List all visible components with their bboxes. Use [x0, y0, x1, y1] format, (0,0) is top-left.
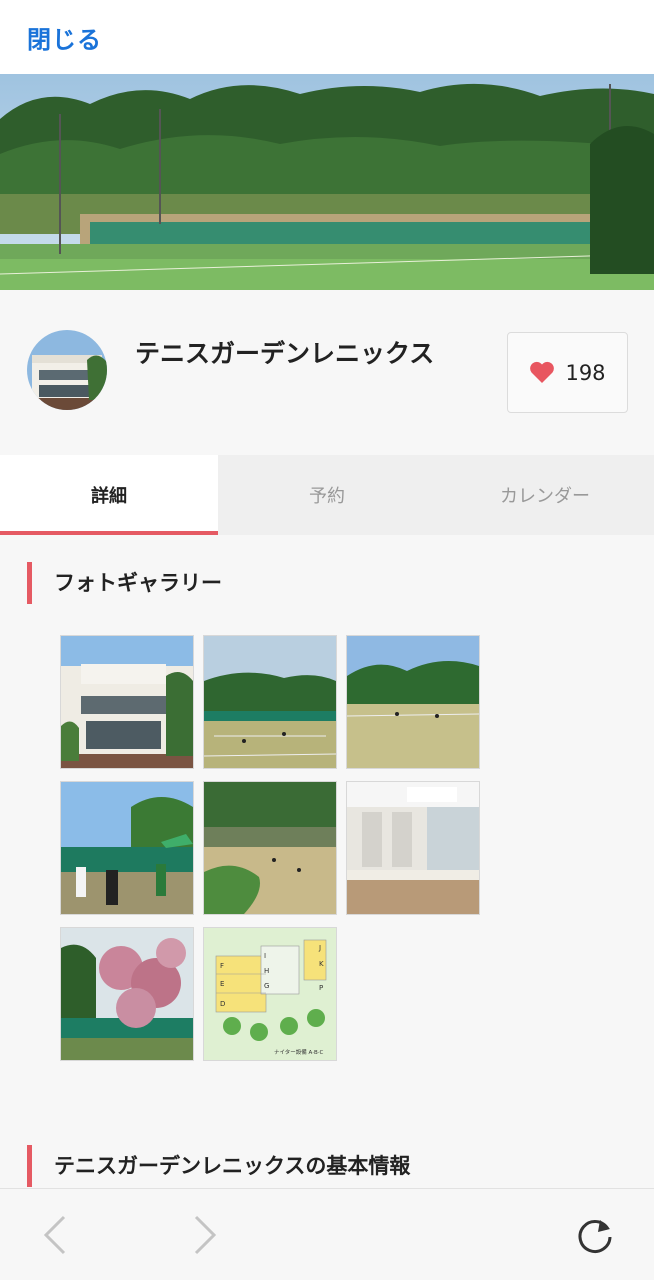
hero-image	[0, 74, 654, 290]
map-label-d: D	[220, 1000, 225, 1008]
tab-reservation[interactable]: 予約	[218, 455, 436, 535]
map-label-k: K	[319, 960, 324, 968]
map-label-j: J	[318, 944, 321, 952]
like-button[interactable]: 198	[507, 332, 628, 413]
gallery-thumb-courts-2[interactable]	[346, 635, 480, 769]
gallery-thumb-blossom[interactable]	[60, 927, 194, 1061]
map-label-f: F	[220, 962, 224, 970]
map-label-e: E	[220, 980, 224, 988]
venue-name: テニスガーデンレニックス	[135, 339, 435, 368]
venue-profile: テニスガーデンレニックス 198	[0, 290, 654, 455]
basic-info-title: テニスガーデンレニックスの基本情報	[27, 1145, 410, 1187]
close-button[interactable]: 閉じる	[27, 20, 102, 55]
gallery-thumb-people[interactable]	[60, 781, 194, 915]
tab-details[interactable]: 詳細	[0, 455, 218, 535]
back-icon	[43, 1215, 66, 1255]
reload-button[interactable]	[576, 1215, 616, 1255]
gallery-thumb-locker-room[interactable]	[346, 781, 480, 915]
browser-toolbar	[0, 1188, 654, 1280]
gallery-thumb-clubhouse[interactable]	[60, 635, 194, 769]
gallery-thumb-courts-3[interactable]	[203, 781, 337, 915]
gallery-title: フォトギャラリー	[27, 562, 222, 604]
gallery-thumb-site-map[interactable]: F E D I H G J K P ナイター設備 A·B·C	[203, 927, 337, 1061]
map-label-g: G	[264, 982, 269, 990]
map-label-h: H	[264, 967, 269, 975]
back-button[interactable]	[38, 1215, 74, 1255]
map-label-night: ナイター設備 A·B·C	[274, 1048, 324, 1056]
top-bar: 閉じる	[0, 0, 654, 74]
gallery-thumb-courts-1[interactable]	[203, 635, 337, 769]
forward-button[interactable]	[186, 1215, 222, 1255]
map-label-p: P	[319, 984, 323, 992]
page: 閉じる テニスガーデンレニックス 198 詳細 予約 カレンダー フォトギャラリ…	[0, 0, 654, 1280]
like-count: 198	[565, 360, 606, 385]
map-label-i: I	[264, 952, 266, 960]
venue-avatar[interactable]	[27, 330, 107, 410]
forward-icon	[194, 1215, 217, 1255]
tab-calendar[interactable]: カレンダー	[436, 455, 654, 535]
reload-icon	[578, 1220, 612, 1253]
tab-bar: 詳細 予約 カレンダー	[0, 455, 654, 535]
heart-icon	[530, 361, 555, 383]
